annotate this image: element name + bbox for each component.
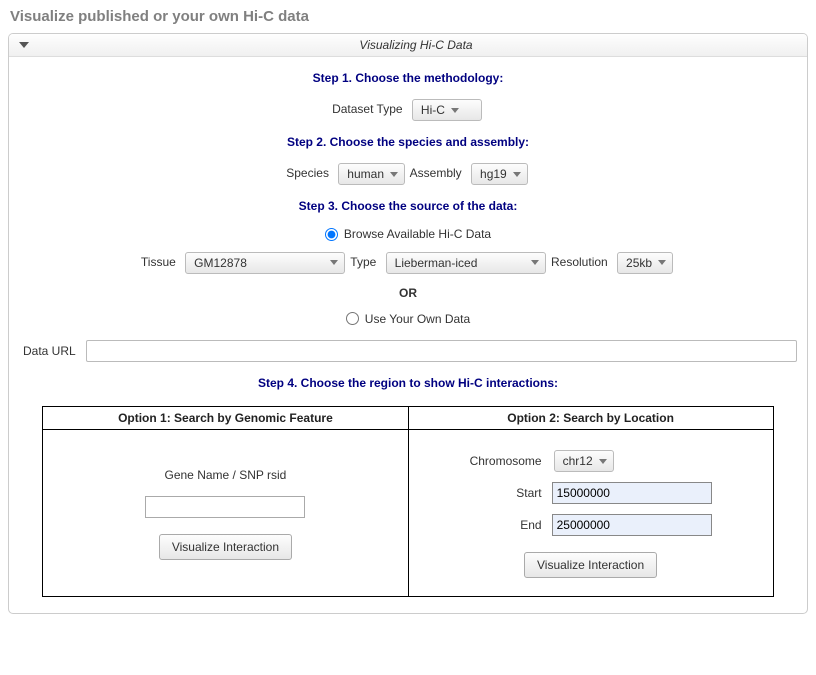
- dataset-type-value: Hi-C: [421, 103, 445, 117]
- chevron-down-icon: [658, 260, 666, 265]
- resolution-select[interactable]: 25kb: [617, 252, 673, 274]
- species-label: Species: [286, 166, 329, 180]
- browse-radio-row: Browse Available Hi-C Data: [19, 227, 797, 244]
- browse-radio-label: Browse Available Hi-C Data: [344, 227, 491, 241]
- assembly-select[interactable]: hg19: [471, 163, 528, 185]
- visualize-button-location[interactable]: Visualize Interaction: [524, 552, 657, 578]
- step4-heading: Step 4. Choose the region to show Hi-C i…: [19, 376, 797, 390]
- option1-cell: Gene Name / SNP rsid Visualize Interacti…: [43, 430, 408, 597]
- chevron-down-icon: [599, 459, 607, 464]
- own-radio[interactable]: Use Your Own Data: [346, 312, 470, 326]
- chromosome-label: Chromosome: [470, 454, 542, 468]
- visualize-button-gene[interactable]: Visualize Interaction: [159, 534, 292, 560]
- tissue-value: GM12878: [194, 256, 247, 270]
- dataset-type-label: Dataset Type: [332, 102, 403, 116]
- species-assembly-row: Species human Assembly hg19: [19, 163, 797, 185]
- chevron-down-icon: [531, 260, 539, 265]
- chromosome-select[interactable]: chr12: [554, 450, 614, 472]
- data-url-label: Data URL: [23, 344, 76, 358]
- options-table: Option 1: Search by Genomic Feature Opti…: [42, 406, 773, 597]
- type-label: Type: [350, 255, 376, 269]
- end-input[interactable]: [552, 514, 712, 536]
- step1-heading: Step 1. Choose the methodology:: [19, 71, 797, 85]
- tissue-type-res-row: Tissue GM12878 Type Lieberman-iced Resol…: [19, 252, 797, 274]
- tissue-label: Tissue: [141, 255, 176, 269]
- resolution-label: Resolution: [551, 255, 608, 269]
- dataset-type-select[interactable]: Hi-C: [412, 99, 482, 121]
- data-url-row: Data URL: [19, 340, 797, 362]
- assembly-value: hg19: [480, 167, 507, 181]
- tissue-select[interactable]: GM12878: [185, 252, 345, 274]
- panel-body: Step 1. Choose the methodology: Dataset …: [9, 57, 807, 613]
- type-select[interactable]: Lieberman-iced: [386, 252, 546, 274]
- option1-header: Option 1: Search by Genomic Feature: [43, 407, 408, 430]
- panel-title: Visualizing Hi-C Data: [35, 38, 797, 52]
- chevron-down-icon: [513, 172, 521, 177]
- chevron-down-icon: [330, 260, 338, 265]
- chevron-down-icon: [451, 108, 459, 113]
- step3-heading: Step 3. Choose the source of the data:: [19, 199, 797, 213]
- own-radio-label: Use Your Own Data: [365, 312, 470, 326]
- own-radio-row: Use Your Own Data: [19, 312, 797, 329]
- data-url-input[interactable]: [86, 340, 797, 362]
- chromosome-value: chr12: [563, 454, 593, 468]
- browse-radio[interactable]: Browse Available Hi-C Data: [325, 227, 491, 241]
- panel-header[interactable]: Visualizing Hi-C Data: [9, 34, 807, 57]
- gene-label: Gene Name / SNP rsid: [53, 468, 397, 482]
- assembly-label: Assembly: [410, 166, 462, 180]
- browse-radio-input[interactable]: [325, 228, 338, 241]
- dataset-type-row: Dataset Type Hi-C: [19, 99, 797, 121]
- hic-panel: Visualizing Hi-C Data Step 1. Choose the…: [8, 33, 808, 614]
- option2-header: Option 2: Search by Location: [408, 407, 773, 430]
- chevron-down-icon: [390, 172, 398, 177]
- page-title: Visualize published or your own Hi-C dat…: [10, 8, 808, 25]
- start-label: Start: [470, 486, 542, 500]
- step2-heading: Step 2. Choose the species and assembly:: [19, 135, 797, 149]
- species-select[interactable]: human: [338, 163, 405, 185]
- or-text: OR: [19, 286, 797, 300]
- chevron-down-icon: [19, 42, 29, 48]
- start-input[interactable]: [552, 482, 712, 504]
- own-radio-input[interactable]: [346, 312, 359, 325]
- type-value: Lieberman-iced: [395, 256, 478, 270]
- resolution-value: 25kb: [626, 256, 652, 270]
- option2-cell: Chromosome chr12 Start End: [408, 430, 773, 597]
- gene-input[interactable]: [145, 496, 305, 518]
- end-label: End: [470, 518, 542, 532]
- species-value: human: [347, 167, 384, 181]
